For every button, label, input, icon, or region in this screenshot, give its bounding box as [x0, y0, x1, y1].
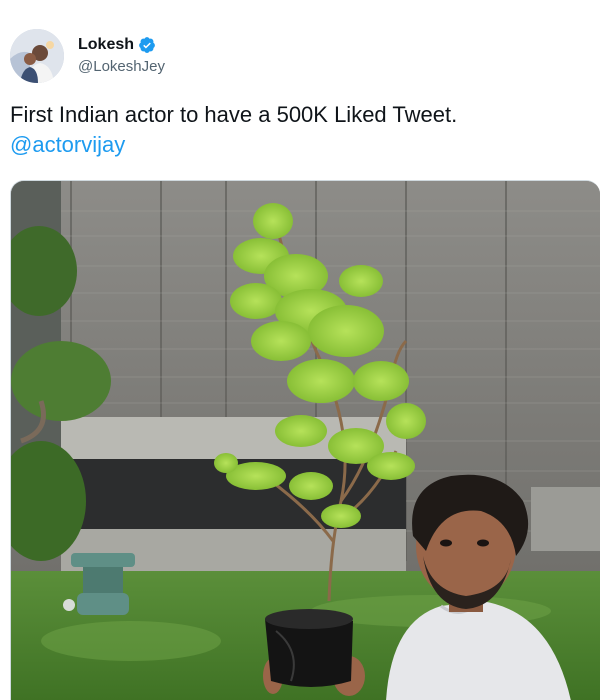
tweet-header: Lokesh @LokeshJey	[10, 28, 165, 84]
photo-illustration	[11, 181, 600, 700]
verified-badge-icon	[138, 36, 156, 54]
author-names: Lokesh @LokeshJey	[78, 35, 165, 77]
author-handle[interactable]: @LokeshJey	[78, 57, 165, 77]
tweet-card: Lokesh @LokeshJey First Indian actor to …	[0, 0, 600, 700]
author-display-name[interactable]: Lokesh	[78, 35, 134, 55]
tweet-text: First Indian actor to have a 500K Liked …	[10, 100, 590, 160]
mention-link[interactable]: @actorvijay	[10, 130, 590, 160]
avatar[interactable]	[10, 29, 64, 83]
tweet-body-text: First Indian actor to have a 500K Liked …	[10, 102, 458, 127]
tweet-photo[interactable]	[10, 180, 600, 700]
name-row: Lokesh	[78, 35, 165, 55]
